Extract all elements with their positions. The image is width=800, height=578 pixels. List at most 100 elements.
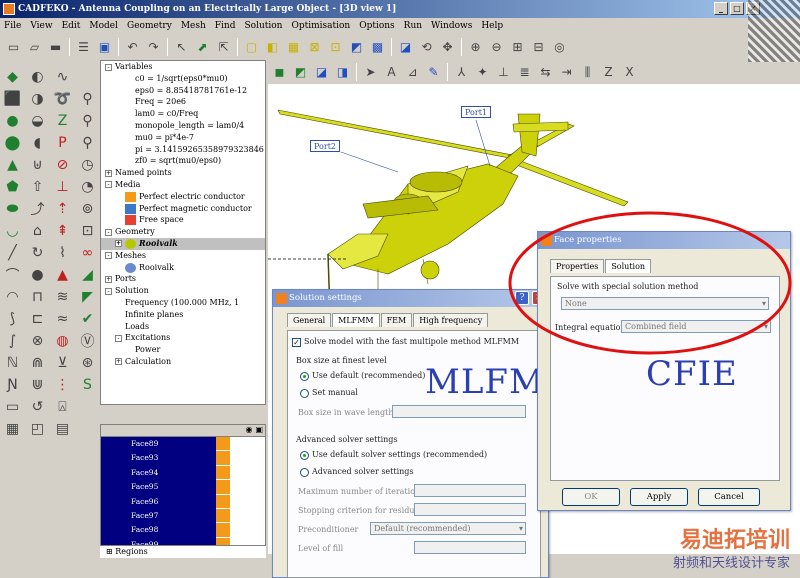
undo-icon[interactable]: ↶	[123, 38, 142, 57]
rotate-icon[interactable]: ⟲	[417, 38, 436, 57]
cancel-button[interactable]: Cancel	[698, 488, 760, 506]
split-icon[interactable]: ⫼	[578, 63, 597, 82]
tree-node[interactable]: Power	[101, 344, 265, 356]
menu-file[interactable]: File	[4, 21, 21, 31]
spline-icon[interactable]: ⟆	[0, 308, 25, 330]
face-row[interactable]: Face94	[101, 465, 265, 481]
3d-view-icon[interactable]: ▣	[95, 38, 114, 57]
intersect-icon[interactable]: ⋒	[25, 352, 50, 374]
axes-icon[interactable]: ⅄	[452, 63, 471, 82]
select-mesh-icon[interactable]: ▩	[368, 38, 387, 57]
select-mode-icon[interactable]: ⇱	[214, 38, 233, 57]
menu-edit[interactable]: Edit	[62, 21, 81, 31]
tree-node-regions[interactable]: ⊞ Regions	[100, 546, 266, 558]
collapse-icon[interactable]: -	[105, 228, 112, 236]
adv-custom-radio-row[interactable]: Advanced solver settings	[300, 467, 414, 477]
current-source-icon[interactable]: ⇡	[50, 198, 75, 220]
sphere-icon[interactable]: ●	[0, 110, 25, 132]
mlfmm-checkbox-row[interactable]: ✓ Solve model with the fast multipole met…	[292, 337, 519, 347]
workplane-icon[interactable]: ≣	[515, 63, 534, 82]
adv-default-radio-row[interactable]: Use default solver settings (recommended…	[300, 450, 487, 460]
measure-icon[interactable]: ✎	[424, 63, 443, 82]
menu-view[interactable]: View	[30, 21, 52, 31]
tree-node[interactable]: + Calculation	[101, 356, 265, 368]
plane-wave-icon[interactable]: ⇞	[50, 220, 75, 242]
mesh-cube-icon[interactable]: ◪	[396, 38, 415, 57]
box-size-input[interactable]	[392, 405, 526, 418]
expand-icon[interactable]: +	[105, 169, 112, 177]
shell-icon[interactable]: ●	[25, 264, 50, 286]
stopping-criterion-input[interactable]	[414, 503, 526, 516]
tree-node[interactable]: mu0 = pi*4e-7	[101, 132, 265, 144]
farfield-icon[interactable]: ⊚	[75, 198, 100, 220]
view-cube-icon[interactable]: ◼	[270, 63, 289, 82]
mlfmm-checkbox[interactable]: ✓	[292, 337, 301, 347]
menu-options[interactable]: Options	[359, 21, 394, 31]
tree-node[interactable]: pi = 3.14159265358979323846	[101, 144, 265, 156]
select-solid-icon[interactable]: ◩	[347, 38, 366, 57]
level-of-fill-input[interactable]	[414, 541, 526, 554]
expand-icon[interactable]: +	[105, 275, 112, 283]
subtract-icon[interactable]: ⋓	[25, 374, 50, 396]
menu-geometry[interactable]: Geometry	[127, 21, 172, 31]
face-row[interactable]: Face99	[101, 537, 265, 545]
collapse-icon[interactable]: -	[105, 63, 112, 71]
expand-icon[interactable]: +	[115, 358, 122, 366]
tree-node[interactable]: monopole_length = lam0/4	[101, 120, 265, 132]
tab-mlfmm[interactable]: MLFMM	[332, 313, 380, 327]
polygon-icon[interactable]: ⬟	[0, 176, 25, 198]
antenna-tower-icon[interactable]: ⍓	[50, 396, 75, 418]
copy-shape-icon[interactable]: ⊏	[25, 308, 50, 330]
tree-node[interactable]: Perfect magnetic conductor	[101, 203, 265, 215]
zoom-window-icon[interactable]: ⊟	[529, 38, 548, 57]
tree-node[interactable]: + Rooivalk	[101, 237, 265, 250]
antenna-icon[interactable]: ⌇	[50, 242, 75, 264]
cone-icon[interactable]: ◑	[25, 88, 50, 110]
box-manual-radio-row[interactable]: Set manual	[300, 388, 358, 398]
tree-node[interactable]: + Ports	[101, 273, 265, 285]
max-iterations-input[interactable]	[414, 484, 526, 497]
tree-node[interactable]: - Solution	[101, 285, 265, 297]
face-row[interactable]: Face96	[101, 494, 265, 509]
menu-run[interactable]: Run	[404, 21, 422, 31]
zoom-icon[interactable]: ⚲	[75, 110, 100, 132]
rect-icon[interactable]: ▭	[0, 396, 25, 418]
curve-icon[interactable]: ∫	[0, 330, 25, 352]
wave-icon[interactable]: ∿	[50, 66, 75, 88]
voltage-source-icon[interactable]: ⊥	[50, 176, 75, 198]
zoom-in-icon[interactable]: ⊕	[466, 38, 485, 57]
transform-icon[interactable]: ◰	[25, 418, 50, 440]
tree-node[interactable]: Free space	[101, 214, 265, 226]
box-manual-radio[interactable]	[300, 388, 309, 398]
collapse-icon[interactable]: -	[115, 334, 122, 342]
face-row[interactable]: Face95	[101, 480, 265, 495]
menu-windows[interactable]: Windows	[431, 21, 472, 31]
find-icon[interactable]: ⚲	[75, 132, 100, 154]
sweep-icon[interactable]: ⤴	[25, 198, 50, 220]
arc-icon[interactable]: ◠	[0, 286, 25, 308]
tree-node[interactable]: - Meshes	[101, 250, 265, 262]
apply-button[interactable]: Apply	[630, 488, 688, 506]
dots-icon[interactable]: ⋮	[50, 374, 75, 396]
z-field-icon[interactable]: Z	[50, 110, 75, 132]
split-shape-icon[interactable]: ⊓	[25, 286, 50, 308]
s21-icon[interactable]: S	[75, 374, 100, 396]
tree-node[interactable]: lam0 = c0/Freq	[101, 108, 265, 120]
medium-icon[interactable]: ▣	[255, 425, 263, 436]
arrow-icon[interactable]: ➤	[361, 63, 380, 82]
collapse-icon[interactable]: -	[105, 252, 112, 260]
probe-icon[interactable]: ⊘	[50, 154, 75, 176]
green-prism-icon[interactable]: ◤	[75, 286, 100, 308]
tree-node[interactable]: Loads	[101, 321, 265, 333]
menu-model[interactable]: Model	[89, 21, 118, 31]
menu-find[interactable]: Find	[215, 21, 236, 31]
z-axis-icon[interactable]: Z	[599, 63, 618, 82]
view-top-icon[interactable]: ◩	[291, 63, 310, 82]
adv-default-radio[interactable]	[300, 450, 309, 460]
select-point-icon[interactable]: ⊡	[326, 38, 345, 57]
move-icon[interactable]: ⬈	[193, 38, 212, 57]
tab-fem[interactable]: FEM	[380, 313, 413, 327]
extrude-icon[interactable]: ⇧	[25, 176, 50, 198]
clock-icon[interactable]: ◷	[75, 154, 100, 176]
cycle-icon[interactable]: ↺	[25, 396, 50, 418]
